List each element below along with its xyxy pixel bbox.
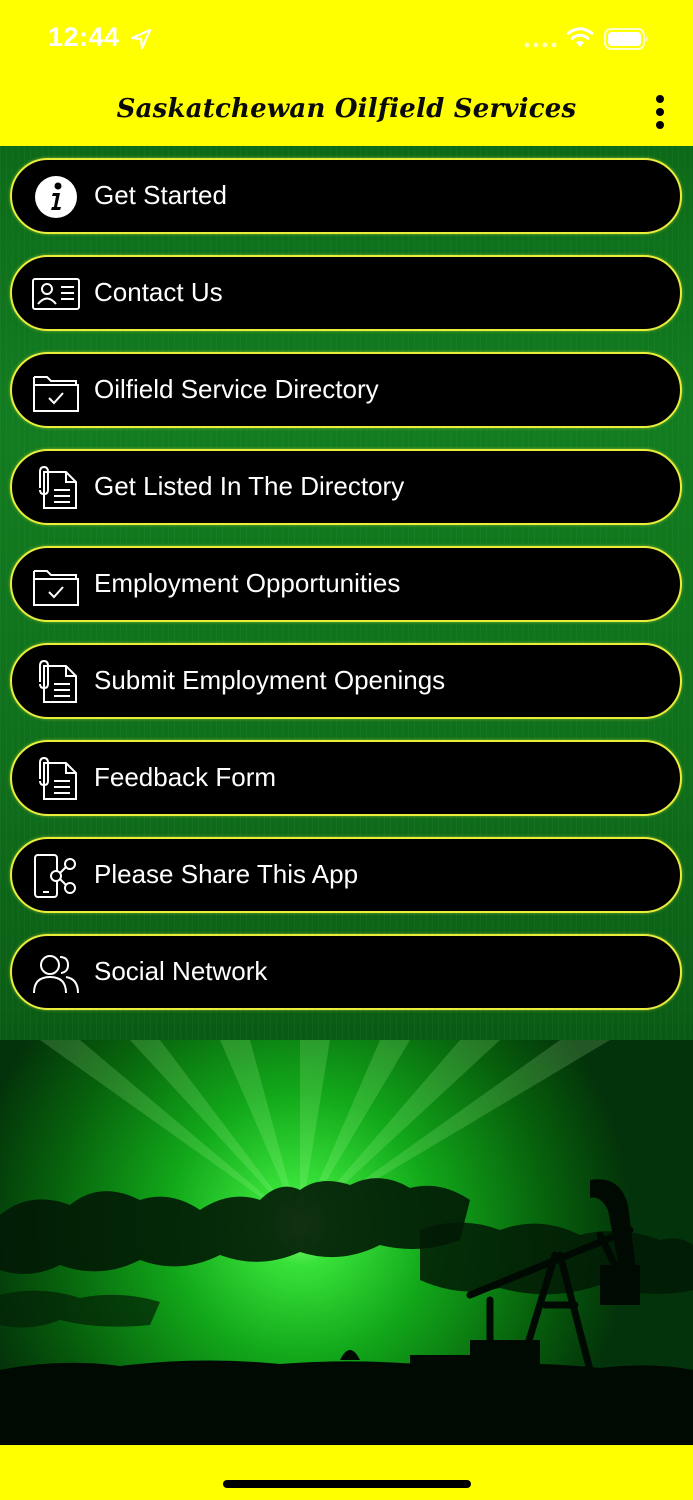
status-time: 12:44 xyxy=(48,22,120,52)
share-app-button[interactable]: Please Share This App xyxy=(10,837,682,913)
menu-item-label: Employment Opportunities xyxy=(94,568,401,598)
home-indicator[interactable] xyxy=(223,1480,471,1488)
feedback-form-button[interactable]: Feedback Form xyxy=(10,740,682,816)
users-icon xyxy=(33,955,79,994)
info-icon xyxy=(35,176,77,218)
menu-item-label: Submit Employment Openings xyxy=(94,665,446,695)
menu-item-label: Get Listed In The Directory xyxy=(94,471,405,501)
social-network-button[interactable]: Social Network xyxy=(10,934,682,1010)
contact-card-icon xyxy=(32,278,80,310)
menu-item-label: Get Started xyxy=(94,180,227,210)
document-clip-icon xyxy=(39,466,77,509)
cellular-signal-icon xyxy=(524,42,557,48)
menu-item-label: Social Network xyxy=(94,956,268,986)
phone-share-icon xyxy=(34,854,76,898)
menu-list: Get Started Contact Us Oilfield Service … xyxy=(0,146,693,1044)
app-title: Saskatchewan Oilfield Services xyxy=(116,94,577,124)
get-started-button[interactable]: Get Started xyxy=(10,158,682,234)
document-clip-icon xyxy=(39,757,77,800)
menu-item-label: Oilfield Service Directory xyxy=(94,374,379,404)
oilfield-service-directory-button[interactable]: Oilfield Service Directory xyxy=(10,352,682,428)
location-arrow-icon xyxy=(130,28,152,50)
folder-check-icon xyxy=(33,570,79,606)
get-listed-in-directory-button[interactable]: Get Listed In The Directory xyxy=(10,449,682,525)
document-clip-icon xyxy=(39,660,77,703)
submit-employment-openings-button[interactable]: Submit Employment Openings xyxy=(10,643,682,719)
folder-check-icon xyxy=(33,376,79,412)
status-bar: 12:44 xyxy=(0,0,693,80)
battery-icon xyxy=(604,28,648,50)
menu-item-label: Feedback Form xyxy=(94,762,277,792)
employment-opportunities-button[interactable]: Employment Opportunities xyxy=(10,546,682,622)
vertical-ellipsis-icon[interactable] xyxy=(650,94,670,130)
menu-item-label: Contact Us xyxy=(94,277,223,307)
bottom-bar xyxy=(0,1445,693,1500)
app-header: Saskatchewan Oilfield Services xyxy=(0,80,693,146)
wifi-icon xyxy=(566,27,594,47)
contact-us-button[interactable]: Contact Us xyxy=(10,255,682,331)
oil-pumpjack-sunset-image xyxy=(0,1040,693,1445)
menu-item-label: Please Share This App xyxy=(94,859,359,889)
